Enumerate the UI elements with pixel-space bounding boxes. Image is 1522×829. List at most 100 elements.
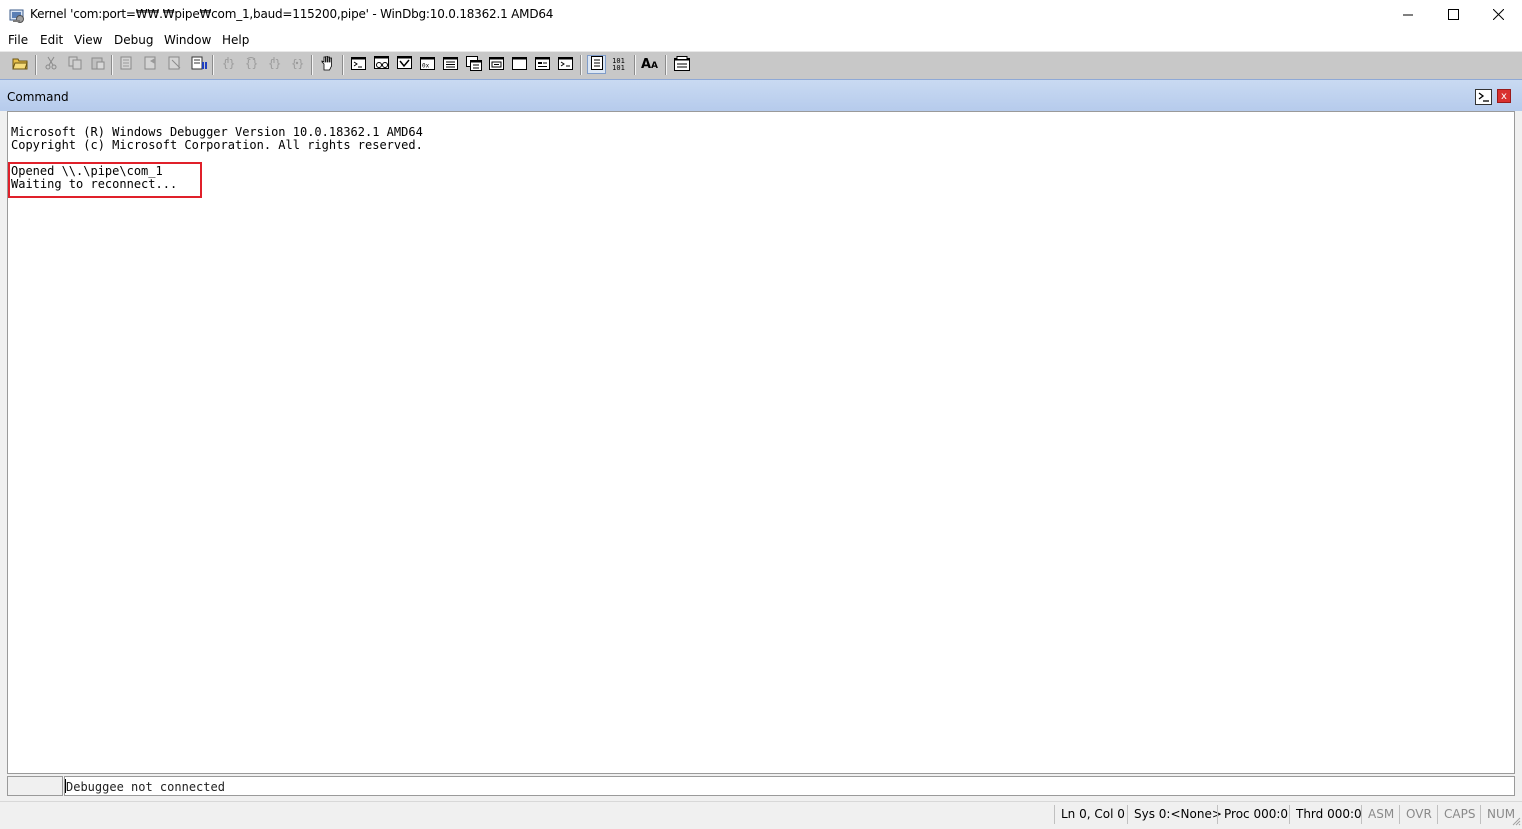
status-line-column: Ln 0, Col 0: [1054, 805, 1131, 824]
title-bar: Kernel 'com:port=₩₩.₩pipe₩com_1,baud=115…: [0, 0, 1522, 32]
open-button[interactable]: [11, 56, 28, 73]
go-icon: [120, 56, 134, 73]
command-window-button[interactable]: [350, 56, 367, 73]
source-mode-icon: [590, 56, 603, 73]
step-over-button[interactable]: {}: [242, 56, 259, 73]
command-input[interactable]: Debuggee not connected: [64, 776, 1515, 796]
status-caps: CAPS: [1437, 805, 1481, 824]
stop-debugging-icon: [168, 56, 182, 73]
call-stack-window-icon: [465, 55, 482, 74]
menu-bar: File Edit View Debug Window Help: [0, 31, 1522, 51]
toolbar: {} {} {} {} 0x 101 101 AA: [0, 51, 1522, 80]
window-title: Kernel 'com:port=₩₩.₩pipe₩com_1,baud=115…: [30, 7, 554, 21]
open-folder-icon: [11, 56, 28, 73]
command-window-close-button[interactable]: x: [1497, 89, 1511, 103]
menu-debug[interactable]: Debug: [114, 33, 153, 47]
svg-text:{}: {}: [245, 57, 258, 70]
status-ovr: OVR: [1399, 805, 1438, 824]
break-button[interactable]: [190, 56, 207, 73]
memory-window-icon: [443, 56, 458, 73]
call-stack-window-button[interactable]: [465, 55, 482, 74]
locals-window-button[interactable]: [396, 56, 413, 73]
font-icon: AA: [641, 57, 658, 72]
processes-threads-button[interactable]: [534, 56, 551, 73]
menu-view[interactable]: View: [74, 33, 102, 47]
insert-breakpoint-icon: [320, 55, 335, 74]
toolbar-separator: [665, 55, 667, 75]
toolbar-separator: [35, 55, 37, 75]
copy-icon: [68, 56, 82, 73]
watch-window-icon: [374, 56, 389, 73]
windbg-app-icon: [9, 8, 25, 24]
status-process: Proc 000:0: [1217, 805, 1294, 824]
processes-threads-icon: [535, 56, 550, 73]
restart-button[interactable]: [142, 56, 159, 73]
run-to-cursor-icon: {}: [290, 56, 304, 73]
minimize-button[interactable]: [1385, 0, 1431, 31]
source-command-button[interactable]: [557, 56, 574, 73]
locals-window-icon: [397, 56, 412, 73]
stop-debugging-button[interactable]: [166, 56, 183, 73]
restart-icon: [144, 56, 158, 73]
close-icon: [1492, 8, 1504, 23]
output-line: Copyright (c) Microsoft Corporation. All…: [11, 138, 423, 152]
command-prompt-label: [7, 776, 63, 796]
paste-button[interactable]: [89, 56, 106, 73]
command-window-icon: [351, 56, 366, 73]
status-asm: ASM: [1361, 805, 1400, 824]
command-output-pane[interactable]: Microsoft (R) Windows Debugger Version 1…: [7, 111, 1515, 774]
close-window-button[interactable]: [1475, 0, 1521, 31]
step-into-button[interactable]: {}: [219, 56, 236, 73]
disassembly-window-button[interactable]: [488, 56, 505, 73]
font-small-letter: A: [651, 61, 659, 71]
source-mode-button[interactable]: [587, 55, 606, 74]
scratch-pad-icon: [512, 56, 527, 73]
maximize-icon: [1447, 8, 1459, 23]
hex-display-bottom-label: 101: [612, 63, 625, 72]
status-thread: Thrd 000:0: [1289, 805, 1368, 824]
registers-window-button[interactable]: 0x: [419, 56, 436, 73]
options-icon: [673, 55, 690, 74]
go-button[interactable]: [118, 56, 135, 73]
step-into-icon: {}: [221, 56, 235, 73]
menu-help[interactable]: Help: [222, 33, 249, 47]
hex-display-button[interactable]: 101 101: [610, 56, 627, 73]
minimize-icon: [1403, 9, 1413, 23]
step-out-icon: {}: [267, 56, 281, 73]
break-icon: [191, 56, 207, 73]
toolbar-separator: [311, 55, 313, 75]
highlight-annotation-box: [8, 162, 202, 198]
cut-icon: [44, 56, 58, 73]
menu-file[interactable]: File: [8, 33, 28, 47]
svg-text:0x: 0x: [422, 62, 430, 69]
command-window-menu-button[interactable]: [1475, 89, 1492, 105]
disassembly-window-icon: [489, 56, 504, 73]
status-bar: Ln 0, Col 0 Sys 0:<None> Proc 000:0 Thrd…: [0, 801, 1522, 826]
status-system: Sys 0:<None>: [1127, 805, 1228, 824]
toolbar-separator: [634, 55, 636, 75]
menu-edit[interactable]: Edit: [40, 33, 63, 47]
step-out-button[interactable]: {}: [265, 56, 282, 73]
font-large-letter: A: [640, 57, 652, 72]
toolbar-separator: [111, 55, 113, 75]
command-input-text: Debuggee not connected: [66, 780, 225, 794]
toolbar-separator: [212, 55, 214, 75]
toolbar-separator: [580, 55, 582, 75]
memory-window-button[interactable]: [442, 56, 459, 73]
run-to-cursor-button[interactable]: {}: [288, 56, 305, 73]
registers-window-icon: 0x: [420, 56, 435, 73]
toolbar-separator: [342, 55, 344, 75]
copy-button[interactable]: [66, 56, 83, 73]
insert-breakpoint-button[interactable]: [319, 55, 336, 74]
scratch-pad-button[interactable]: [511, 56, 528, 73]
resize-grip-icon[interactable]: [1511, 815, 1521, 826]
command-window-title: Command: [7, 90, 69, 104]
paste-icon: [91, 56, 105, 73]
font-button[interactable]: AA: [641, 56, 658, 73]
cut-button[interactable]: [42, 56, 59, 73]
maximize-button[interactable]: [1430, 0, 1476, 31]
menu-window[interactable]: Window: [164, 33, 211, 47]
watch-window-button[interactable]: [373, 56, 390, 73]
options-button[interactable]: [673, 55, 690, 74]
command-window-header: Command x: [0, 79, 1522, 111]
